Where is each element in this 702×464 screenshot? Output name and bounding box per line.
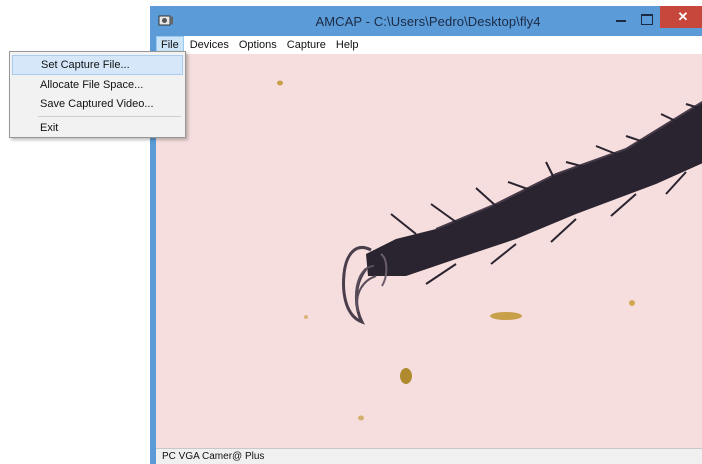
menu-options[interactable]: Options <box>235 36 281 54</box>
file-menu-dropdown: Set Capture File... Allocate File Space.… <box>9 51 186 138</box>
menu-separator <box>38 116 181 117</box>
menu-item-save-captured-video[interactable]: Save Captured Video... <box>12 94 183 114</box>
video-preview <box>156 54 702 448</box>
close-button[interactable]: ✕ <box>660 6 702 28</box>
menu-item-exit[interactable]: Exit <box>12 118 183 138</box>
menu-help[interactable]: Help <box>332 36 363 54</box>
maximize-button[interactable] <box>634 10 660 30</box>
specimen-image <box>277 80 702 421</box>
status-bar: PC VGA Camer@ Plus <box>156 448 702 464</box>
menu-item-allocate-file-space[interactable]: Allocate File Space... <box>12 75 183 95</box>
minimize-button[interactable] <box>608 10 634 30</box>
title-bar[interactable]: AMCAP - C:\Users\Pedro\Desktop\fly4 ✕ <box>150 6 702 36</box>
menu-capture[interactable]: Capture <box>283 36 330 54</box>
menu-devices[interactable]: Devices <box>186 36 233 54</box>
amcap-window: AMCAP - C:\Users\Pedro\Desktop\fly4 ✕ Fi… <box>150 6 702 464</box>
menu-item-set-capture-file[interactable]: Set Capture File... <box>12 55 183 75</box>
menu-bar: File Devices Options Capture Help <box>156 36 702 54</box>
